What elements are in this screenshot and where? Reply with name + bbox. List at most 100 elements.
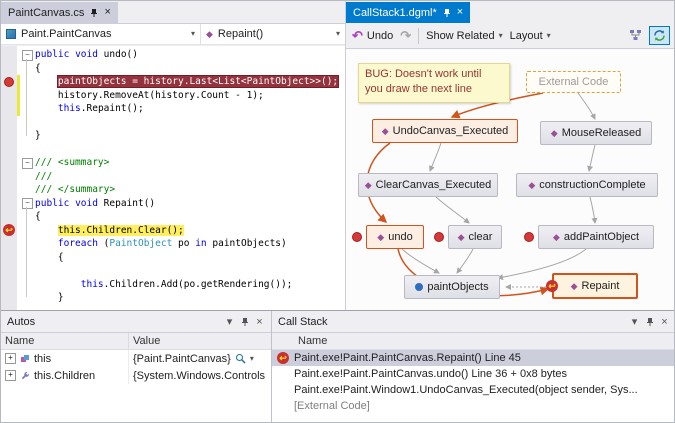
outline-collapse-toggle[interactable]: −: [22, 50, 33, 61]
current-statement-icon[interactable]: ↩: [3, 224, 15, 236]
pin-icon[interactable]: [642, 314, 657, 330]
code-segment: void: [75, 198, 98, 209]
code-segment: }: [35, 130, 41, 141]
tab-paintcanvas[interactable]: PaintCanvas.cs ×: [1, 2, 118, 23]
column-name[interactable]: Name: [1, 333, 129, 349]
layout-button[interactable]: Layout ▾: [510, 30, 551, 42]
code-map-canvas[interactable]: BUG: Doesn't work until you draw the nex…: [346, 49, 675, 310]
close-icon[interactable]: ×: [657, 314, 672, 330]
tab-callstack-dgml[interactable]: CallStack1.dgml* ×: [346, 2, 470, 23]
pin-icon[interactable]: [237, 314, 252, 330]
graph-node-paintobjects[interactable]: paintObjects: [404, 275, 500, 299]
graph-node-clear[interactable]: ◆clear: [448, 225, 502, 249]
graph-edge-clearcanvas-executed-clear[interactable]: [436, 197, 469, 223]
callstack-row[interactable]: [External Code]: [272, 398, 675, 414]
callstack-row[interactable]: ↩Paint.exe!Paint.PaintCanvas.Repaint() L…: [272, 350, 675, 366]
graph-node-repaint[interactable]: ↩◆Repaint: [552, 273, 638, 299]
close-icon[interactable]: ×: [457, 7, 463, 18]
code-line[interactable]: }: [35, 291, 345, 305]
code-line[interactable]: foreach (PaintObject po in paintObjects): [35, 237, 345, 251]
graph-edge-constructioncomplete-addpaintobject[interactable]: [590, 197, 595, 223]
type-dropdown[interactable]: Paint.PaintCanvas ▾: [1, 24, 201, 44]
pin-icon[interactable]: [90, 8, 98, 18]
code-segment: po: [172, 238, 195, 249]
close-icon[interactable]: ×: [252, 314, 267, 330]
graph-edge-undocanvas-executed-clearcanvas-executed[interactable]: [430, 143, 441, 171]
callstack-row[interactable]: Paint.exe!Paint.Window1.UndoCanvas_Execu…: [272, 382, 675, 398]
graph-node-undocanvas-executed[interactable]: ◆UndoCanvas_Executed: [372, 119, 518, 143]
autos-row[interactable]: + this.Children {System.Windows.Controls: [1, 367, 271, 384]
member-dropdown[interactable]: ◆ Repaint() ▾: [201, 24, 345, 44]
graph-node-mousereleased[interactable]: ◆MouseReleased: [540, 121, 652, 145]
breakpoint-icon[interactable]: [4, 77, 14, 87]
expander-icon[interactable]: +: [5, 353, 16, 364]
column-name[interactable]: Name: [272, 333, 331, 349]
graph-edge-external-code-mousereleased[interactable]: [578, 93, 595, 119]
auto-update-toggle-button[interactable]: [649, 26, 670, 45]
callstack-row[interactable]: Paint.exe!Paint.PaintCanvas.undo() Line …: [272, 366, 675, 382]
code-line[interactable]: [35, 264, 345, 278]
graph-node-undo[interactable]: ◆undo: [366, 225, 424, 249]
bug-comment-note[interactable]: BUG: Doesn't work until you draw the nex…: [358, 63, 510, 103]
outline-guide-line: [26, 59, 27, 136]
chevron-down-icon: ▾: [499, 31, 503, 40]
code-line[interactable]: /// <summary>: [35, 156, 345, 170]
outline-collapse-toggle[interactable]: −: [22, 198, 33, 209]
autos-value-cell: {System.Windows.Controls: [129, 367, 271, 384]
code-line[interactable]: public void undo(): [35, 48, 345, 62]
graph-node-clearcanvas-executed[interactable]: ◆ClearCanvas_Executed: [358, 173, 498, 197]
graph-node-constructioncomplete[interactable]: ◆constructionComplete: [516, 173, 658, 197]
chevron-down-icon: ▾: [191, 29, 195, 38]
code-segment: history.RemoveAt(history.Count - 1);: [35, 90, 264, 101]
code-line[interactable]: }: [35, 129, 345, 143]
frame-text: [External Code]: [294, 400, 370, 412]
code-segment: (: [98, 238, 109, 249]
code-line[interactable]: this.Children.Clear();: [35, 224, 345, 238]
graph-node-external-code[interactable]: External Code: [526, 71, 621, 93]
code-line[interactable]: {: [35, 251, 345, 265]
callstack-panel: Call Stack ▾ × Name ↩Paint.exe!Paint.Pai…: [271, 311, 675, 423]
autos-row[interactable]: +this{Paint.PaintCanvas}▾: [1, 350, 271, 367]
chevron-down-icon[interactable]: ▾: [250, 354, 254, 363]
code-line[interactable]: /// </summary>: [35, 183, 345, 197]
graph-edge-clear-paintobjects[interactable]: [457, 249, 473, 273]
variable-name: this.Children: [34, 370, 95, 382]
code-segment: /// </summary>: [35, 184, 115, 195]
toolbar-right-group: [627, 26, 670, 45]
tab-title: PaintCanvas.cs: [8, 7, 84, 19]
expander-icon[interactable]: +: [5, 370, 16, 381]
show-related-button[interactable]: Show Related ▾: [426, 30, 503, 42]
graph-node-addpaintobject[interactable]: ◆addPaintObject: [538, 225, 654, 249]
code-line[interactable]: history.RemoveAt(history.Count - 1);: [35, 89, 345, 103]
column-value[interactable]: Value: [129, 333, 164, 349]
code-line[interactable]: {: [35, 210, 345, 224]
pin-icon[interactable]: [443, 8, 451, 18]
window-menu-icon[interactable]: ▾: [222, 314, 237, 330]
code-segment: paintObjects): [207, 238, 287, 249]
redo-icon[interactable]: ↷: [400, 29, 411, 42]
code-line[interactable]: [35, 116, 345, 130]
code-line[interactable]: this.Repaint();: [35, 102, 345, 116]
outline-collapse-toggle[interactable]: −: [22, 158, 33, 169]
code-line[interactable]: this.Children.Add(po.getRendering());: [35, 278, 345, 292]
close-icon[interactable]: ×: [104, 7, 110, 18]
method-icon: ◆: [365, 181, 372, 190]
graph-edge-mousereleased-constructioncomplete[interactable]: [589, 145, 595, 171]
breakpoint-margin[interactable]: ↩: [1, 46, 17, 310]
code-line[interactable]: paintObjects = history.Last<List<PaintOb…: [35, 75, 345, 89]
code-line[interactable]: {: [35, 62, 345, 76]
code-line[interactable]: ///: [35, 170, 345, 184]
callstack-grid: Name ↩Paint.exe!Paint.PaintCanvas.Repain…: [272, 332, 675, 423]
flow-layout-button[interactable]: [627, 27, 644, 44]
bottom-tool-windows: Autos ▾ × Name Value +this{Paint.PaintCa…: [1, 310, 675, 423]
code-line[interactable]: public void Repaint(): [35, 197, 345, 211]
autos-rows: +this{Paint.PaintCanvas}▾+this.Children{…: [1, 350, 271, 384]
window-menu-icon[interactable]: ▾: [627, 314, 642, 330]
code-segment: this: [58, 225, 81, 236]
undo-button[interactable]: ↶ Undo: [352, 29, 393, 42]
graph-edge-undo-paintobjects[interactable]: [402, 249, 439, 273]
magnifier-icon[interactable]: [235, 353, 246, 364]
code-line[interactable]: [35, 143, 345, 157]
code-area[interactable]: public void undo(){ paintObjects = histo…: [35, 48, 345, 310]
code-segment: this: [81, 279, 104, 290]
